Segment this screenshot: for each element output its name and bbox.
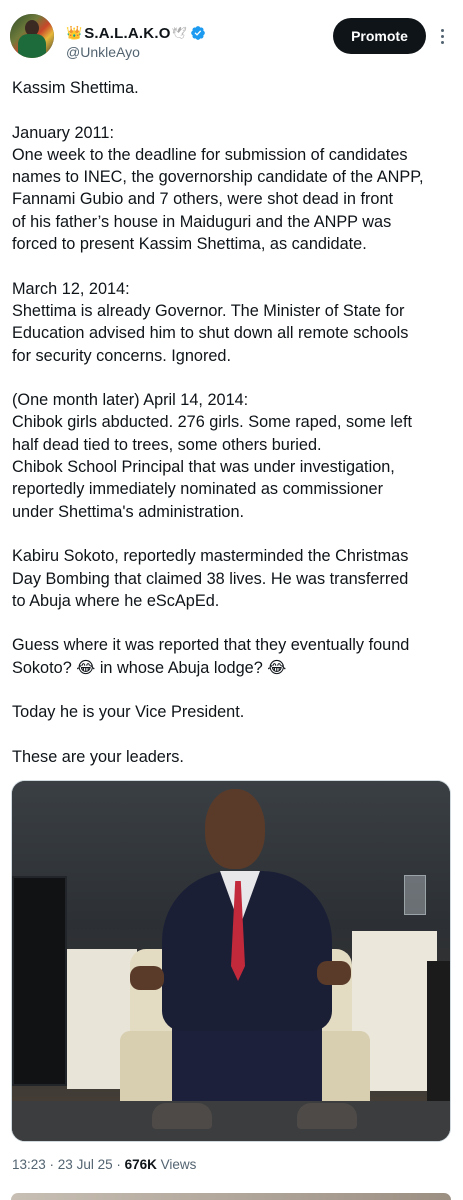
text-line: Shettima is already Governor. The Minist… — [12, 301, 405, 320]
text-line: Today he is your Vice President. — [12, 703, 245, 722]
text-line: Chibok School Principal that was under i… — [12, 458, 395, 477]
text-line: for security concerns. Ignored. — [12, 346, 231, 365]
paragraph-january-2011: January 2011: One week to the deadline f… — [12, 122, 457, 256]
photo-person-shoe-right — [297, 1103, 357, 1129]
separator: · — [112, 1157, 125, 1172]
more-vertical-icon[interactable] — [432, 22, 452, 50]
photo-person-hand-right — [317, 961, 351, 985]
tweet-metadata: 13:23 · 23 Jul 25 · 676K Views — [12, 1157, 196, 1172]
photo-person-shoe-left — [152, 1103, 212, 1129]
avatar[interactable] — [10, 14, 54, 58]
text-line: Kassim Shettima. — [12, 79, 139, 97]
tweet-date[interactable]: 23 Jul 25 — [58, 1157, 113, 1172]
dot — [440, 34, 444, 38]
photo-monitor — [12, 876, 67, 1086]
text-line: reportedly immediately nominated as comm… — [12, 480, 384, 499]
photo-person-head — [205, 789, 265, 869]
user-handle[interactable]: @UnkleAyo — [66, 44, 140, 60]
next-media-preview — [11, 1193, 451, 1200]
text-line: Kabiru Sokoto, reportedly masterminded t… — [12, 547, 409, 566]
text-line: March 12, 2014: — [12, 279, 130, 298]
photo-person-hand-left — [130, 966, 164, 990]
dove-icon: 🕊 — [171, 26, 187, 40]
promote-button[interactable]: Promote — [333, 18, 426, 54]
paragraph-march-2014: March 12, 2014: Shettima is already Gove… — [12, 278, 457, 367]
display-name[interactable]: S.A.L.A.K.O — [84, 25, 170, 42]
views-label: Views — [156, 1157, 197, 1172]
separator: · — [45, 1157, 58, 1172]
text-line: Fannami Gubio and 7 others, were shot de… — [12, 190, 394, 209]
text-line: January 2011: — [12, 123, 114, 142]
photo-stage-floor — [12, 1101, 450, 1141]
text-line: Guess where it was reported that they ev… — [12, 636, 410, 655]
paragraph-guess-where: Guess where it was reported that they ev… — [12, 634, 457, 679]
text-line: forced to present Kassim Shettima, as ca… — [12, 235, 367, 254]
paragraph-vice-president: Today he is your Vice President. — [12, 701, 457, 723]
verified-badge-icon — [190, 26, 205, 40]
text-line: under Shettima's administration. — [12, 502, 245, 521]
text-line: to Abuja where he eScApEd. — [12, 591, 220, 610]
paragraph-leaders: These are your leaders. — [12, 746, 457, 768]
text-line: Day Bombing that claimed 38 lives. He wa… — [12, 569, 409, 588]
text-line: Education advised him to shut down all r… — [12, 324, 409, 343]
text-line: One week to the deadline for submission … — [12, 145, 408, 164]
dot — [440, 40, 444, 44]
photo-glass — [404, 875, 426, 915]
photo-backdrop-right — [427, 961, 450, 1111]
dot — [440, 28, 444, 32]
text-line: of his father’s house in Maiduguri and t… — [12, 212, 392, 231]
text-line: half dead tied to trees, some others bur… — [12, 435, 322, 454]
paragraph-kabiru-sokoto: Kabiru Sokoto, reportedly masterminded t… — [12, 545, 457, 612]
text-line: names to INEC, the governorship candidat… — [12, 168, 424, 187]
paragraph-title: Kassim Shettima. — [12, 77, 457, 99]
tweet-text: Kassim Shettima. January 2011: One week … — [12, 72, 457, 768]
crown-icon: 👑 — [66, 25, 83, 40]
text-line: Sokoto? 😂 in whose Abuja lodge? 😂 — [12, 658, 287, 677]
text-line: These are your leaders. — [12, 747, 184, 766]
tweet-header: 👑 S.A.L.A.K.O 🕊 @UnkleAyo Promote — [0, 0, 463, 72]
text-line: Chibok girls abducted. 276 girls. Some r… — [12, 413, 413, 432]
paragraph-april-2014: (One month later) April 14, 2014: Chibok… — [12, 389, 457, 523]
tweet-time[interactable]: 13:23 — [12, 1157, 46, 1172]
text-line: (One month later) April 14, 2014: — [12, 391, 249, 410]
tweet-photo[interactable] — [11, 780, 451, 1142]
display-name-row[interactable]: 👑 S.A.L.A.K.O 🕊 — [66, 24, 206, 42]
views-count[interactable]: 676K — [125, 1157, 157, 1172]
avatar-body — [18, 34, 46, 58]
